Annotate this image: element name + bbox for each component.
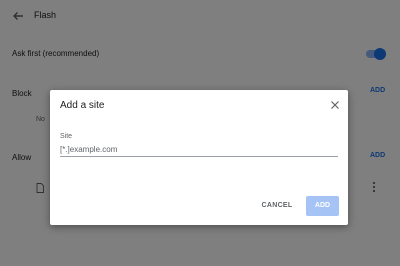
add-button[interactable]: ADD — [306, 196, 339, 216]
cancel-button[interactable]: CANCEL — [252, 196, 302, 216]
add-site-dialog: Add a site Site CANCEL ADD — [50, 90, 348, 225]
dialog-title: Add a site — [60, 100, 105, 111]
site-field-label: Site — [60, 133, 73, 140]
flash-settings-page: Flash Ask first (recommended) Block ADD … — [0, 0, 400, 266]
site-input[interactable] — [60, 143, 338, 157]
close-icon[interactable] — [329, 98, 341, 110]
